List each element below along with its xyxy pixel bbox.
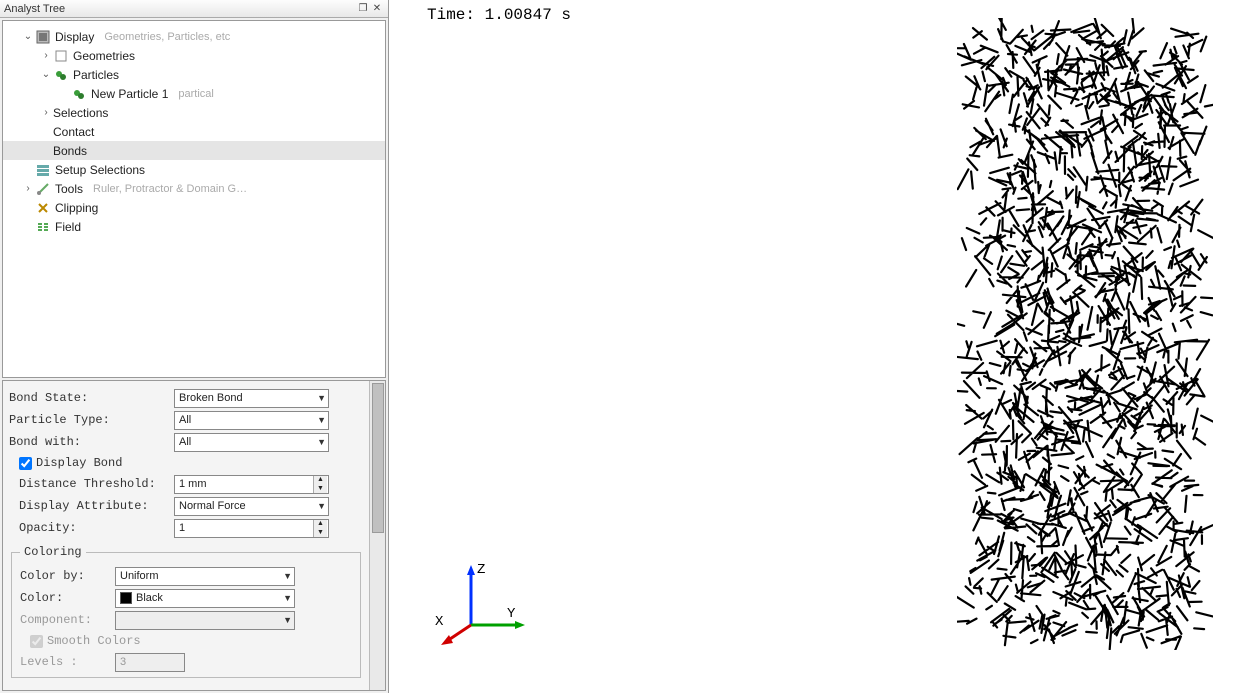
- tree-item-clipping[interactable]: · Clipping: [3, 198, 385, 217]
- chevron-down-icon: ▼: [317, 501, 326, 511]
- tree-item-geometries[interactable]: › Geometries: [3, 46, 385, 65]
- stepper-down-icon[interactable]: ▼: [313, 484, 327, 493]
- bond-with-label: Bond with:: [9, 435, 174, 449]
- chevron-down-icon: ▼: [283, 593, 292, 603]
- tree-item-tools[interactable]: › Tools Ruler, Protractor & Domain G…: [3, 179, 385, 198]
- axis-triad: Z Y X: [429, 563, 529, 653]
- levels-input: 3: [115, 653, 185, 672]
- undock-icon[interactable]: ❐: [356, 2, 370, 16]
- particle-icon: [71, 86, 87, 102]
- chevron-down-icon: ▼: [317, 393, 326, 403]
- axis-z-label: Z: [477, 563, 485, 578]
- display-attribute-dropdown[interactable]: Normal Force ▼: [174, 497, 329, 516]
- coloring-group: Coloring Color by: Uniform ▼ Color: Blac…: [11, 545, 361, 678]
- particles-icon: [53, 67, 69, 83]
- time-readout: Time: 1.00847 s: [427, 6, 571, 24]
- chevron-down-icon[interactable]: ⌄: [21, 31, 35, 42]
- axis-y-label: Y: [507, 606, 516, 622]
- display-bond-row[interactable]: Display Bond: [9, 453, 363, 473]
- chevron-right-icon[interactable]: ›: [39, 50, 53, 61]
- display-attribute-label: Display Attribute:: [19, 499, 174, 513]
- display-bond-checkbox[interactable]: [19, 457, 32, 470]
- viewport-3d[interactable]: Time: 1.00847 s Z Y X: [389, 0, 1253, 693]
- tree-item-new-particle-1[interactable]: · New Particle 1 partical: [3, 84, 385, 103]
- tree-item-setup-selections[interactable]: · Setup Selections: [3, 160, 385, 179]
- axis-x-label: X: [435, 614, 444, 630]
- opacity-label: Opacity:: [19, 521, 174, 535]
- chevron-down-icon: ▼: [283, 571, 292, 581]
- tree-view[interactable]: ⌄ Display Geometries, Particles, etc › G…: [2, 20, 386, 378]
- bond-with-dropdown[interactable]: All ▼: [174, 433, 329, 452]
- color-dropdown[interactable]: Black ▼: [115, 589, 295, 608]
- tree-item-contact[interactable]: · Contact: [3, 122, 385, 141]
- particle-type-dropdown[interactable]: All ▼: [174, 411, 329, 430]
- tree-item-field[interactable]: · Field: [3, 217, 385, 236]
- chevron-right-icon[interactable]: ›: [21, 183, 35, 194]
- chevron-down-icon: ▼: [317, 415, 326, 425]
- levels-label: Levels :: [20, 655, 115, 669]
- scrollbar-thumb[interactable]: [372, 383, 384, 533]
- analyst-tree-panel: Analyst Tree ❐ ✕ ⌄ Display Geometries, P…: [0, 0, 389, 693]
- color-by-dropdown[interactable]: Uniform ▼: [115, 567, 295, 586]
- smooth-colors-row: Smooth Colors: [20, 631, 352, 651]
- stepper-up-icon[interactable]: ▲: [313, 476, 327, 485]
- chevron-down-icon[interactable]: ⌄: [39, 69, 53, 80]
- opacity-input[interactable]: 1 ▲▼: [174, 519, 329, 538]
- panel-title: Analyst Tree: [4, 3, 356, 15]
- tools-icon: [35, 181, 51, 197]
- distance-threshold-label: Distance Threshold:: [19, 477, 174, 491]
- chevron-down-icon: ▼: [317, 437, 326, 447]
- bond-state-dropdown[interactable]: Broken Bond ▼: [174, 389, 329, 408]
- particle-type-label: Particle Type:: [9, 413, 174, 427]
- panel-header: Analyst Tree ❐ ✕: [0, 0, 388, 18]
- tree-item-bonds[interactable]: · Bonds: [3, 141, 385, 160]
- tree-item-selections[interactable]: › Selections: [3, 103, 385, 122]
- properties-pane: Bond State: Broken Bond ▼ Particle Type:…: [2, 380, 386, 691]
- chevron-right-icon[interactable]: ›: [39, 107, 53, 118]
- color-swatch-icon: [120, 592, 132, 604]
- distance-threshold-input[interactable]: 1 mm ▲▼: [174, 475, 329, 494]
- field-icon: [35, 219, 51, 235]
- component-dropdown: ▼: [115, 611, 295, 630]
- clipping-icon: [35, 200, 51, 216]
- component-label: Component:: [20, 613, 115, 627]
- smooth-colors-checkbox: [30, 635, 43, 648]
- properties-scrollbar[interactable]: [369, 381, 385, 690]
- stepper-down-icon[interactable]: ▼: [313, 528, 327, 537]
- color-by-label: Color by:: [20, 569, 115, 583]
- bond-state-label: Bond State:: [9, 391, 174, 405]
- color-label: Color:: [20, 591, 115, 605]
- bond-visualization: [957, 18, 1213, 650]
- setup-selections-icon: [35, 162, 51, 178]
- display-icon: [35, 29, 51, 45]
- chevron-down-icon: ▼: [283, 615, 292, 625]
- stepper-up-icon[interactable]: ▲: [313, 520, 327, 529]
- close-icon[interactable]: ✕: [370, 2, 384, 16]
- tree-item-particles[interactable]: ⌄ Particles: [3, 65, 385, 84]
- tree-item-display[interactable]: ⌄ Display Geometries, Particles, etc: [3, 27, 385, 46]
- geometries-icon: [53, 48, 69, 64]
